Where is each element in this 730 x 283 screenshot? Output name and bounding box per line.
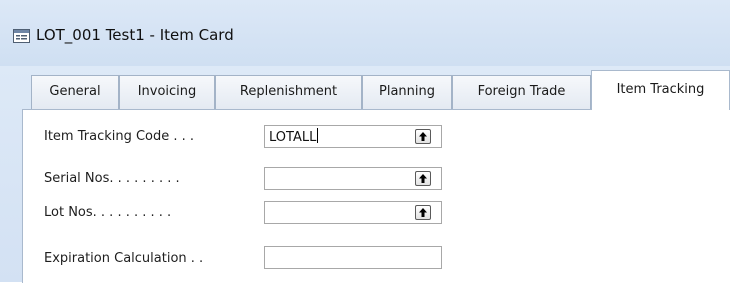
- form-icon: [13, 29, 30, 43]
- item-tracking-code-value: LOTALL: [269, 128, 319, 145]
- window-title: LOT_001 Test1 - Item Card: [36, 26, 234, 44]
- lot-nos-field[interactable]: [264, 201, 442, 224]
- serial-nos-label: Serial Nos. . . . . . . . .: [44, 171, 180, 186]
- lookup-arrow-icon[interactable]: [415, 171, 431, 186]
- expiration-calculation-label: Expiration Calculation . .: [44, 251, 204, 266]
- expiration-calculation-field[interactable]: [264, 246, 442, 269]
- lookup-arrow-icon[interactable]: [415, 205, 431, 220]
- tab-general[interactable]: General: [31, 75, 119, 109]
- item-tracking-code-label: Item Tracking Code . . .: [44, 129, 195, 144]
- item-tracking-code-field[interactable]: LOTALL: [264, 125, 442, 148]
- text-cursor: [317, 128, 319, 143]
- tab-replenishment[interactable]: Replenishment: [215, 75, 362, 109]
- lot-nos-label: Lot Nos. . . . . . . . . .: [44, 205, 172, 220]
- tab-item-tracking[interactable]: Item Tracking: [591, 70, 730, 110]
- tab-foreign-trade[interactable]: Foreign Trade: [452, 75, 591, 109]
- tab-invoicing[interactable]: Invoicing: [119, 75, 215, 109]
- tab-planning[interactable]: Planning: [362, 75, 452, 109]
- serial-nos-field[interactable]: [264, 167, 442, 190]
- window-title-bar: LOT_001 Test1 - Item Card: [0, 0, 730, 67]
- lookup-arrow-icon[interactable]: [415, 129, 431, 144]
